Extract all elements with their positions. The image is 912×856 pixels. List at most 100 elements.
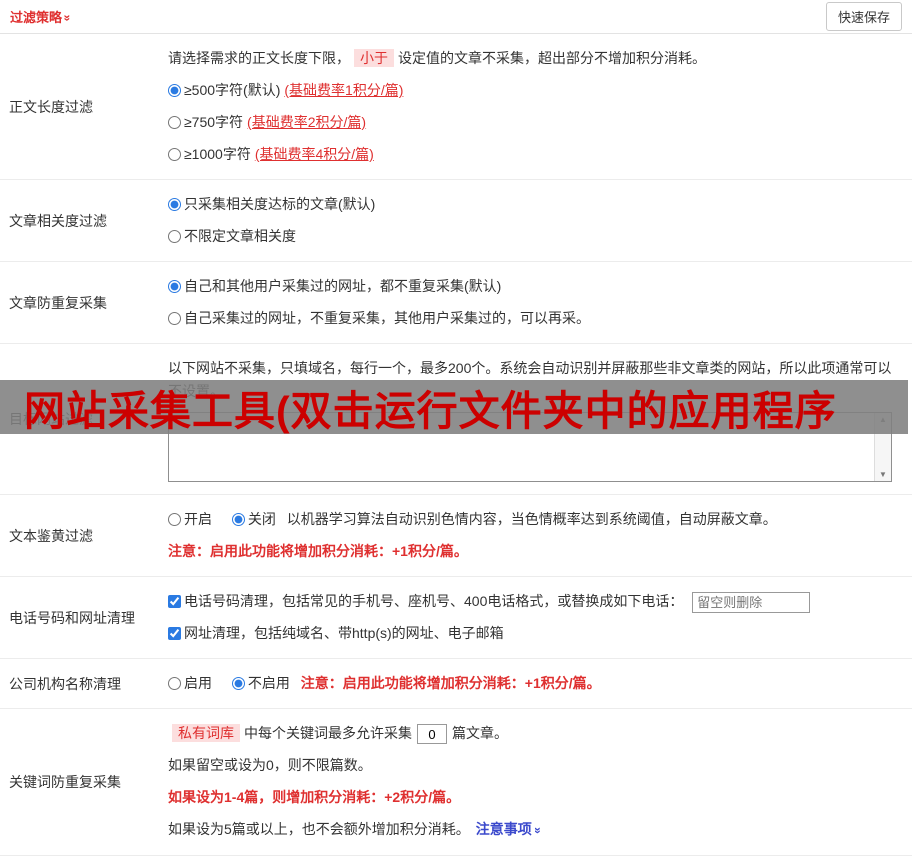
notice-link[interactable]: 注意事项» (475, 821, 545, 837)
row-content-body-length: 请选择需求的正文长度下限， 小于 设定值的文章不采集，超出部分不增加积分消耗。 ≥5… (168, 34, 912, 179)
option-fee: (基础费率1积分/篇) (284, 82, 404, 98)
replacement-phone-input[interactable] (692, 591, 811, 613)
line1-post-text: 篇文章。 (452, 725, 508, 741)
overlay-banner: 网站采集工具(双击运行文件夹中的应用程序 (0, 380, 908, 434)
row-label-porn-filter: 文本鉴黄过滤 (9, 527, 93, 544)
quick-save-button[interactable]: 快速保存 (825, 2, 902, 31)
option-text: 自己采集过的网址，不重复采集，其他用户采集过的，可以再采。 (184, 310, 590, 326)
intro-text-pre: 请选择需求的正文长度下限， (168, 50, 350, 66)
relevance-radio-strict[interactable] (168, 198, 181, 211)
row-content-keyword-limit: 私有词库中每个关键词最多允许采集 篇文章。 如果留空或设为0，则不限篇数。 如果设… (168, 709, 912, 855)
relevance-option-any-label[interactable]: 不限定文章相关度 (168, 228, 296, 244)
row-content-company-clean: 启用 不启用 注意：启用此功能将增加积分消耗：+1积分/篇。 (168, 659, 912, 708)
option-text: 启用 (184, 675, 212, 691)
row-body-length-filter: 正文长度过滤 请选择需求的正文长度下限， 小于 设定值的文章不采集，超出部分不增加积… (0, 34, 912, 180)
row-content-anti-duplicate: 自己和其他用户采集过的网址，都不重复采集(默认) 自己采集过的网址，不重复采集，… (168, 262, 912, 343)
chevron-double-down-icon: » (530, 827, 545, 834)
length-option-500-label[interactable]: ≥500字符(默认) (168, 82, 280, 98)
option-text: 不启用 (247, 675, 290, 691)
porn-filter-note: 注意：启用此功能将增加积分消耗：+1积分/篇。 (168, 543, 468, 559)
option-text: 自己和其他用户采集过的网址，都不重复采集(默认) (184, 278, 502, 294)
keyword-limit-line3: 如果设为1-4篇，则增加积分消耗：+2积分/篇。 (168, 789, 461, 805)
porn-option-on-label[interactable]: 开启 (168, 511, 212, 527)
row-label-anti-duplicate: 文章防重复采集 (9, 294, 107, 311)
row-relevance-filter: 文章相关度过滤 只采集相关度达标的文章(默认) 不限定文章相关度 (0, 180, 912, 262)
row-keyword-limit: 关键词防重复采集 私有词库中每个关键词最多允许采集 篇文章。 如果留空或设为0，则… (0, 709, 912, 856)
dedupe-option-global[interactable]: 自己和其他用户采集过的网址，都不重复采集(默认) (168, 275, 902, 298)
porn-radio-on[interactable] (168, 513, 181, 526)
row-label-body-length: 正文长度过滤 (9, 98, 93, 115)
option-text: ≥500字符(默认) (184, 82, 281, 98)
company-option-on-label[interactable]: 启用 (168, 675, 212, 691)
relevance-radio-any[interactable] (168, 230, 181, 243)
porn-radio-off[interactable] (231, 513, 245, 526)
option-text: ≥750字符 (184, 114, 244, 130)
relevance-option-strict-label[interactable]: 只采集相关度达标的文章(默认) (168, 196, 375, 212)
option-text: 不限定文章相关度 (184, 228, 296, 244)
url-clean-line: 网址清理，包括纯域名、带http(s)的网址、电子邮箱 (168, 622, 902, 645)
dedupe-option-self[interactable]: 自己采集过的网址，不重复采集，其他用户采集过的，可以再采。 (168, 307, 902, 330)
page-title-text: 过滤策略 (10, 10, 63, 25)
dedupe-option-self-label[interactable]: 自己采集过的网址，不重复采集，其他用户采集过的，可以再采。 (168, 310, 590, 326)
phone-clean-checkbox[interactable] (168, 595, 181, 608)
checkbox-text: 电话号码清理，包括常见的手机号、座机号、400电话格式，或替换成如下电话： (184, 593, 684, 609)
row-content-porn-filter: 开启 关闭 以机器学习算法自动识别色情内容，当色情概率达到系统阈值，自动屏蔽文章… (168, 495, 912, 576)
option-text: ≥1000字符 (184, 146, 251, 162)
length-option-1000-label[interactable]: ≥1000字符 (168, 146, 251, 162)
length-option-750-label[interactable]: ≥750字符 (168, 114, 243, 130)
length-radio-750[interactable] (168, 116, 181, 129)
option-fee: (基础费率2积分/篇) (247, 114, 367, 130)
row-anti-duplicate: 文章防重复采集 自己和其他用户采集过的网址，都不重复采集(默认) 自己采集过的网… (0, 262, 912, 344)
max-articles-input[interactable] (417, 724, 447, 745)
phone-clean-line: 电话号码清理，包括常见的手机号、座机号、400电话格式，或替换成如下电话： (168, 590, 902, 613)
dedupe-radio-global[interactable] (168, 280, 181, 293)
option-text: 关闭 (247, 511, 276, 527)
company-option-off-label[interactable]: 不启用 (231, 675, 290, 691)
dedupe-radio-self[interactable] (168, 312, 181, 325)
row-label-keyword-limit: 关键词防重复采集 (9, 774, 121, 790)
checkbox-text: 网址清理，包括纯域名、带http(s)的网址、电子邮箱 (184, 625, 504, 641)
relevance-option-any[interactable]: 不限定文章相关度 (168, 225, 902, 248)
body-length-intro: 请选择需求的正文长度下限， 小于 设定值的文章不采集，超出部分不增加积分消耗。 (168, 47, 902, 70)
option-text: 只采集相关度达标的文章(默认) (184, 196, 376, 212)
keyword-limit-line1: 私有词库中每个关键词最多允许采集 篇文章。 (168, 722, 902, 745)
row-company-clean: 公司机构名称清理 启用 不启用 注意：启用此功能将增加积分消耗：+1积分/篇。 (0, 659, 912, 709)
row-content-phone-url-clean: 电话号码清理，包括常见的手机号、座机号、400电话格式，或替换成如下电话： 网址… (168, 577, 912, 658)
option-fee: (基础费率4积分/篇) (254, 146, 374, 162)
length-radio-1000[interactable] (168, 148, 181, 161)
company-radio-off[interactable] (231, 677, 245, 690)
less-than-badge: 小于 (354, 49, 394, 67)
length-option-1000[interactable]: ≥1000字符 (基础费率4积分/篇) (168, 143, 902, 166)
topbar: 过滤策略» 快速保存 (0, 0, 912, 34)
chevron-double-down-icon: » (60, 14, 75, 22)
phone-clean-checkbox-label[interactable]: 电话号码清理，包括常见的手机号、座机号、400电话格式，或替换成如下电话： (168, 593, 683, 609)
row-label-phone-url-clean: 电话号码和网址清理 (9, 609, 135, 626)
notice-link-text: 注意事项 (475, 821, 532, 837)
length-option-750[interactable]: ≥750字符 (基础费率2积分/篇) (168, 111, 902, 134)
company-clean-options: 启用 不启用 注意：启用此功能将增加积分消耗：+1积分/篇。 (168, 672, 902, 695)
row-porn-filter: 文本鉴黄过滤 开启 关闭 以机器学习算法自动识别色情内容，当色情概率达到系统阈值… (0, 495, 912, 577)
intro-text-post: 设定值的文章不采集，超出部分不增加积分消耗。 (398, 50, 706, 66)
page-title: 过滤策略» (10, 7, 75, 26)
overlay-banner-text: 网站采集工具(双击运行文件夹中的应用程序 (24, 388, 837, 434)
row-phone-url-clean: 电话号码和网址清理 电话号码清理，包括常见的手机号、座机号、400电话格式，或替… (0, 577, 912, 659)
length-option-500[interactable]: ≥500字符(默认) (基础费率1积分/篇) (168, 79, 902, 102)
relevance-option-strict[interactable]: 只采集相关度达标的文章(默认) (168, 193, 902, 216)
scroll-down-icon[interactable]: ▼ (879, 470, 887, 479)
length-radio-500[interactable] (168, 84, 181, 97)
row-target-site-filter: 目标网站过滤 以下网站不采集，只填域名，每行一个，最多200个。系统会自动识别并… (0, 344, 912, 495)
option-text: 开启 (184, 511, 212, 527)
keyword-limit-line2: 如果留空或设为0，则不限篇数。 (168, 757, 372, 773)
line1-mid-text: 中每个关键词最多允许采集 (244, 725, 412, 741)
company-radio-on[interactable] (168, 677, 181, 690)
row-content-relevance: 只采集相关度达标的文章(默认) 不限定文章相关度 (168, 180, 912, 261)
porn-option-off-label[interactable]: 关闭 (231, 511, 276, 527)
url-clean-checkbox-label[interactable]: 网址清理，包括纯域名、带http(s)的网址、电子邮箱 (168, 625, 504, 641)
dedupe-option-global-label[interactable]: 自己和其他用户采集过的网址，都不重复采集(默认) (168, 278, 501, 294)
url-clean-checkbox[interactable] (168, 627, 181, 640)
porn-filter-options: 开启 关闭 以机器学习算法自动识别色情内容，当色情概率达到系统阈值，自动屏蔽文章… (168, 508, 902, 531)
porn-filter-desc: 以机器学习算法自动识别色情内容，当色情概率达到系统阈值，自动屏蔽文章。 (286, 511, 777, 527)
keyword-limit-line4: 如果设为5篇或以上，也不会额外增加积分消耗。 注意事项» (168, 818, 902, 842)
private-lexicon-badge: 私有词库 (172, 724, 240, 742)
company-clean-note: 注意：启用此功能将增加积分消耗：+1积分/篇。 (300, 675, 601, 691)
